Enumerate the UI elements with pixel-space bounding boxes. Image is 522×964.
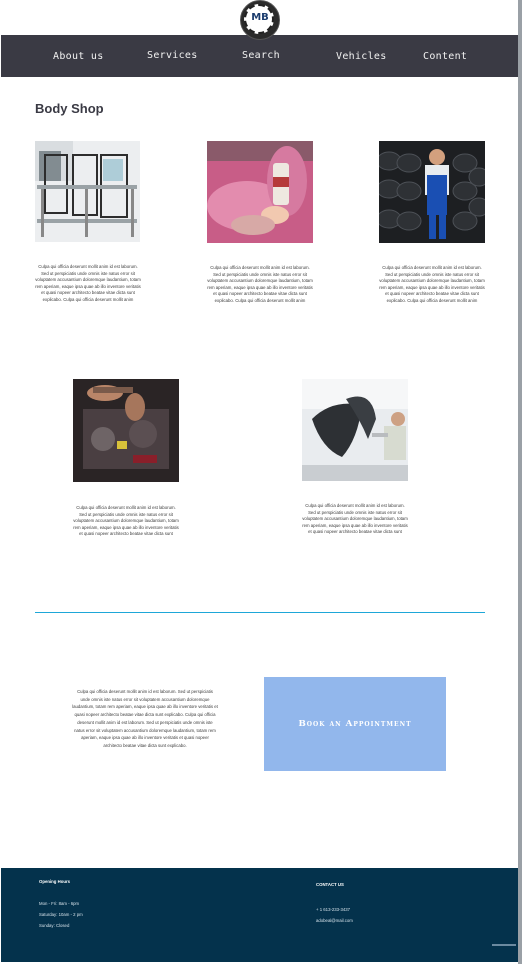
card-caption-5: Culpa qui officia deserunt mollit anim i… [302,503,408,534]
engine-repair-photo [73,379,179,482]
contact-title: CONTACT US [316,882,344,887]
hours-weekdays: Mon - Fri: 8am - 6pm [39,901,80,906]
hours-saturday: Saturday: 10am - 2 pm [39,912,83,917]
card-caption-2: Culpa qui officia deserunt mollit anim i… [207,265,313,303]
nav-services[interactable]: Services [147,50,198,61]
book-appointment-label: Book an Appointment [298,719,412,729]
booking-description: Culpa qui officia deserunt mollit anim i… [72,689,218,748]
card-caption-4: Culpa qui officia deserunt mollit anim i… [73,505,179,536]
page-title: Body Shop [35,101,104,116]
painting-photo [207,141,313,243]
contact-phone[interactable]: + 1 613-233-3437 [316,907,350,912]
nav-content[interactable]: Content [423,51,467,62]
contact-email[interactable]: adobeal@mail.com [316,918,353,923]
card-caption-3: Culpa qui officia deserunt mollit anim i… [379,265,485,303]
footer-credit-mark [492,944,516,946]
bumper-spray-photo [302,379,408,481]
nav-search[interactable]: Search [242,50,280,61]
tire-rack-photo [379,141,485,243]
book-appointment-button[interactable]: Book an Appointment [264,677,446,771]
section-divider [35,612,485,613]
window-edge [518,0,522,964]
door-frame-photo [35,141,140,242]
opening-hours-title: Opening Hours [39,879,71,884]
hours-sunday: Sunday: Closed [39,923,70,928]
nav-vehicles[interactable]: Vehicles [336,51,387,62]
site-logo[interactable]: MB [240,0,280,40]
nav-about-us[interactable]: About us [53,51,104,62]
logo-text: MB [251,12,269,23]
card-caption-1: Culpa qui officia deserunt mollit anim i… [35,264,141,302]
